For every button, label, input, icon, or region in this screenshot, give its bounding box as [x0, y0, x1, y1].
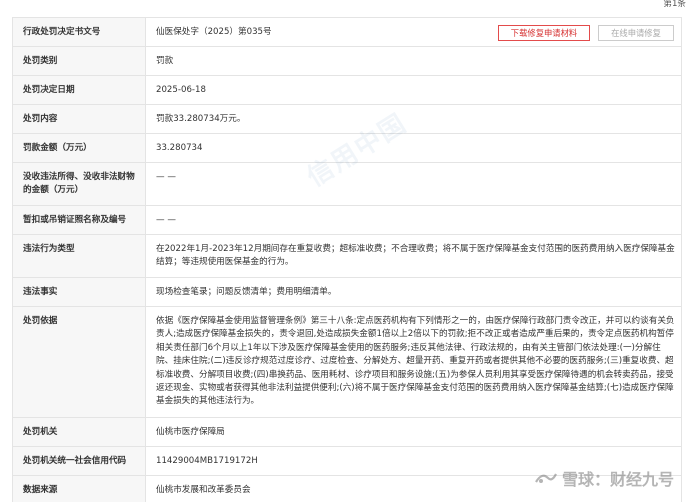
- row-label: 违法行为类型: [12, 234, 146, 278]
- row-label: 处罚内容: [12, 104, 146, 134]
- row-value-cell: 仙医保处字（2025）第035号 下载修复申请材料 在线申请修复: [145, 17, 682, 47]
- row-label: 没收违法所得、没收非法财物的金额（万元）: [12, 162, 146, 206]
- row-value: 33.280734: [145, 133, 682, 163]
- download-repair-materials-button[interactable]: 下载修复申请材料: [498, 25, 590, 41]
- row-label: 罚款金额（万元）: [12, 133, 146, 163]
- table-row: 违法事实 现场检查笔录；问题反馈清单；费用明细清单。: [12, 277, 682, 307]
- action-buttons: 下载修复申请材料 在线申请修复: [498, 25, 674, 41]
- table-row: 处罚类别 罚款: [12, 46, 682, 76]
- row-label: 数据来源: [12, 475, 146, 502]
- row-value: 仙桃市医疗保障局: [145, 417, 682, 447]
- table-row: 暂扣或吊销证照名称及编号 — —: [12, 205, 682, 235]
- top-bar: 第1条: [0, 0, 692, 14]
- brand-text: 雪球：财经九号: [561, 470, 674, 489]
- snowball-logo-icon: [534, 470, 558, 486]
- row-value: — —: [145, 162, 682, 206]
- row-label: 暂扣或吊销证照名称及编号: [12, 205, 146, 235]
- row-label: 处罚机关统一社会信用代码: [12, 446, 146, 476]
- table-row: 没收违法所得、没收非法财物的金额（万元） — —: [12, 162, 682, 206]
- page-number: 第1条: [663, 0, 686, 9]
- row-value: 依据《医疗保障基金使用监督管理条例》第三十八条:定点医药机构有下列情形之一的，由…: [145, 306, 682, 418]
- brand-watermark: 雪球：财经九号: [534, 466, 674, 490]
- row-value: — —: [145, 205, 682, 235]
- table-row: 处罚内容 罚款33.280734万元。: [12, 104, 682, 134]
- penalty-record-table: 行政处罚决定书文号 仙医保处字（2025）第035号 下载修复申请材料 在线申请…: [12, 17, 682, 502]
- row-label: 处罚类别: [12, 46, 146, 76]
- decision-number: 仙医保处字（2025）第035号: [156, 27, 272, 37]
- row-value: 2025-06-18: [145, 75, 682, 105]
- table-row: 处罚决定日期 2025-06-18: [12, 75, 682, 105]
- table-row: 处罚依据 依据《医疗保障基金使用监督管理条例》第三十八条:定点医药机构有下列情形…: [12, 306, 682, 418]
- row-label: 处罚决定日期: [12, 75, 146, 105]
- row-value: 罚款33.280734万元。: [145, 104, 682, 134]
- row-value: 罚款: [145, 46, 682, 76]
- row-value: 在2022年1月-2023年12月期间存在重复收费；超标准收费；不合理收费；将不…: [145, 234, 682, 278]
- online-repair-button[interactable]: 在线申请修复: [598, 25, 674, 41]
- row-label: 行政处罚决定书文号: [12, 17, 146, 47]
- table-row: 行政处罚决定书文号 仙医保处字（2025）第035号 下载修复申请材料 在线申请…: [12, 17, 682, 47]
- row-label: 违法事实: [12, 277, 146, 307]
- table-row: 违法行为类型 在2022年1月-2023年12月期间存在重复收费；超标准收费；不…: [12, 234, 682, 278]
- table-row: 处罚机关 仙桃市医疗保障局: [12, 417, 682, 447]
- row-label: 处罚机关: [12, 417, 146, 447]
- row-label: 处罚依据: [12, 306, 146, 418]
- row-value: 现场检查笔录；问题反馈清单；费用明细清单。: [145, 277, 682, 307]
- table-row: 罚款金额（万元） 33.280734: [12, 133, 682, 163]
